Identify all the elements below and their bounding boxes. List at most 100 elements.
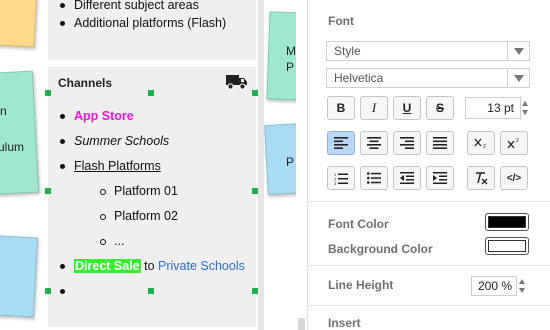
summer-schools-text: Summer Schools: [74, 134, 170, 148]
sticky-note-green-left[interactable]: [0, 70, 40, 196]
bold-icon: B: [336, 101, 346, 115]
line-height-label: Line Height: [328, 278, 394, 292]
format-panel: Font Style Helvetica B I U S 13 pt 2 2 1…: [308, 0, 550, 330]
sub-list-item[interactable]: ...: [58, 229, 254, 254]
font-family-select[interactable]: Helvetica: [326, 68, 530, 88]
list-item[interactable]: Direct Sale to Private Schools: [58, 254, 254, 279]
align-left-button[interactable]: [327, 131, 355, 155]
style-select-value: Style: [334, 44, 361, 58]
resize-handle-w[interactable]: [45, 188, 51, 194]
note-text: M: [286, 44, 296, 58]
font-section-title: Font: [328, 14, 354, 28]
html-code-button[interactable]: </>: [500, 166, 528, 190]
indent-icon: [433, 172, 447, 184]
style-select[interactable]: Style: [326, 41, 530, 61]
superscript-icon: 2: [507, 138, 519, 149]
align-center-icon: [367, 137, 381, 149]
background-color-swatch[interactable]: [485, 237, 529, 255]
bulleted-list-icon: [367, 172, 381, 184]
svg-text:3: 3: [334, 181, 337, 185]
platform-02-text: Platform 02: [114, 209, 178, 223]
sticky-note-blue-left[interactable]: [0, 234, 39, 318]
underline-button[interactable]: U: [393, 96, 421, 120]
font-color-label: Font Color: [328, 217, 389, 231]
platform-01-text: Platform 01: [114, 184, 178, 198]
resize-handle-nw[interactable]: [45, 90, 51, 96]
scrollbar-thumb[interactable]: [298, 318, 305, 330]
channels-title: Channels: [58, 76, 113, 90]
subscript-icon: 2: [474, 138, 486, 149]
bold-button[interactable]: B: [327, 96, 355, 120]
insert-section-title: Insert: [328, 316, 361, 330]
align-left-icon: [334, 137, 348, 149]
sticky-note-yellow[interactable]: [0, 0, 38, 48]
list-panel-right[interactable]: [258, 0, 264, 330]
diagram-canvas[interactable]: n ulum M P P Different subject areas Add…: [0, 0, 296, 330]
outdent-icon: [400, 172, 414, 184]
section-divider: [308, 201, 550, 202]
list-item[interactable]: Summer Schools: [58, 129, 254, 154]
direct-sale-text: Direct Sale: [74, 259, 141, 273]
truck-icon: [226, 75, 247, 90]
resize-handle-sw[interactable]: [45, 288, 51, 294]
outdent-button[interactable]: [393, 166, 421, 190]
canvas-scrollbar[interactable]: [297, 0, 307, 330]
section-divider: [308, 265, 550, 266]
note-text: ulum: [0, 140, 25, 154]
justify-button[interactable]: [426, 131, 454, 155]
italic-icon: I: [371, 100, 377, 115]
superscript-button[interactable]: 2: [500, 131, 528, 155]
caret-down-icon: [522, 110, 528, 115]
align-justify-icon: [433, 137, 447, 149]
circle-bullet-icon: [100, 239, 106, 245]
italic-button[interactable]: I: [360, 96, 388, 120]
caret-up-icon: [522, 101, 528, 106]
align-right-icon: [400, 137, 414, 149]
caret-down-icon: [519, 288, 525, 293]
font-size-input[interactable]: 13 pt: [465, 97, 521, 119]
clear-formatting-icon: [476, 171, 488, 184]
bullet-icon: [60, 114, 65, 119]
resize-handle-ne[interactable]: [252, 90, 258, 96]
caret-up-icon: [519, 279, 525, 284]
subscript-button[interactable]: 2: [467, 131, 495, 155]
clear-formatting-button[interactable]: [467, 166, 495, 190]
underline-icon: U: [402, 101, 412, 115]
top-bullet-list: Different subject areas Additional platf…: [58, 0, 226, 32]
align-right-button[interactable]: [393, 131, 421, 155]
bulleted-list-button[interactable]: [360, 166, 388, 190]
bullet-icon: [60, 289, 65, 294]
font-family-value: Helvetica: [334, 71, 384, 85]
sub-list-item[interactable]: Platform 02: [58, 204, 254, 229]
app-store-text: App Store: [74, 109, 134, 123]
line-height-input[interactable]: 200 %: [471, 276, 517, 296]
indent-button[interactable]: [426, 166, 454, 190]
background-color-label: Background Color: [328, 242, 433, 256]
font-size-spinner[interactable]: [521, 97, 530, 119]
resize-handle-n[interactable]: [148, 90, 154, 96]
channels-text-editor[interactable]: App Store Summer Schools Flash Platforms…: [58, 104, 254, 304]
list-item-empty[interactable]: [58, 279, 254, 304]
line-height-spinner[interactable]: [518, 275, 527, 297]
note-text: P: [286, 155, 295, 169]
ellipsis-text: ...: [114, 234, 125, 248]
code-icon: </>: [506, 172, 522, 184]
resize-handle-e[interactable]: [252, 188, 258, 194]
resize-handle-se[interactable]: [252, 288, 258, 294]
numbered-list-button[interactable]: 123: [327, 166, 355, 190]
circle-bullet-icon: [100, 214, 106, 220]
private-schools-link[interactable]: Private Schools: [158, 259, 245, 273]
list-item[interactable]: Flash Platforms: [58, 154, 254, 179]
bullet-icon: [60, 264, 65, 269]
bullet-icon: [60, 164, 65, 169]
list-item: Additional platforms (Flash): [58, 14, 226, 32]
strikethrough-button[interactable]: S: [426, 96, 454, 120]
sub-list-item[interactable]: Platform 01: [58, 179, 254, 204]
svg-text:2: 2: [483, 144, 486, 149]
list-item[interactable]: App Store: [58, 104, 254, 129]
section-divider: [308, 305, 550, 306]
note-text: n: [0, 104, 7, 118]
align-center-button[interactable]: [360, 131, 388, 155]
resize-handle-s[interactable]: [148, 288, 154, 294]
font-color-swatch[interactable]: [485, 213, 529, 231]
